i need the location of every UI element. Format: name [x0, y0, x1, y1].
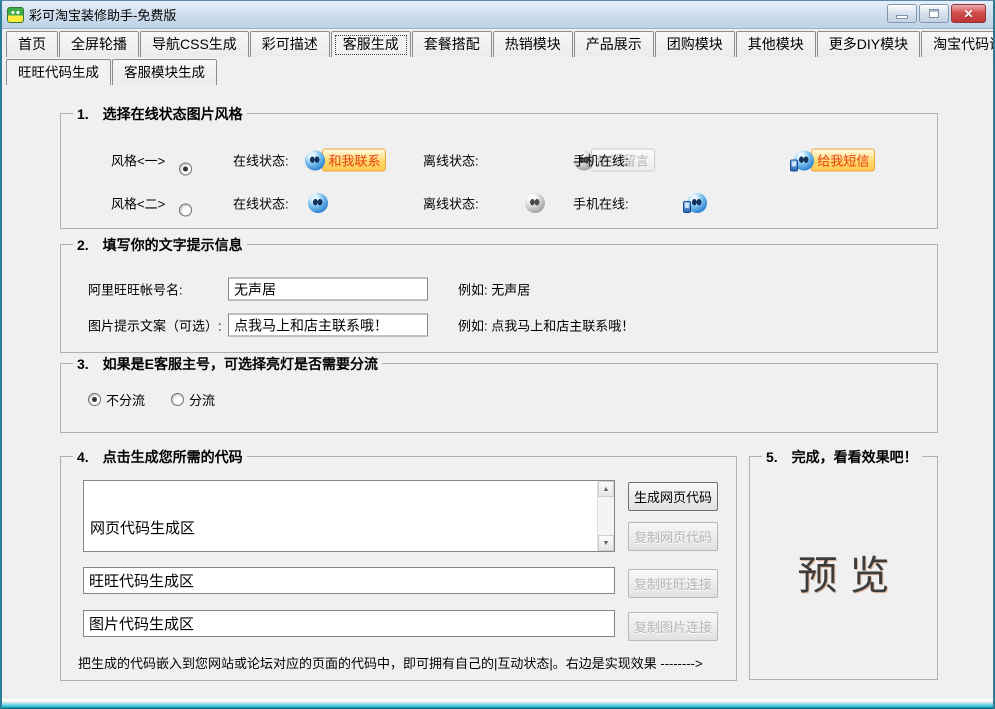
preview-placeholder-text: 预览 — [750, 543, 937, 601]
mobile-online-label-2: 手机在线: — [573, 194, 629, 213]
section-online-status-style: 1. 选择在线状态图片风格 风格<一> 在线状态: 和我联系 离线状态: 给我留… — [60, 113, 938, 229]
online-status-preview-2 — [308, 193, 328, 213]
copy-image-link-button[interactable]: 复制图片连接 — [628, 612, 718, 641]
mobile-badge: 给我短信 — [811, 149, 875, 172]
style-two-label: 风格<二> — [111, 194, 165, 213]
style-one-radio[interactable] — [179, 162, 192, 175]
mobile-online-preview-2 — [687, 193, 707, 213]
maximize-icon — [929, 9, 939, 18]
offline-status-label: 离线状态: — [423, 151, 479, 170]
phone-icon-2 — [683, 201, 691, 213]
main-tab-bar: 首页 全屏轮播 导航CSS生成 彩可描述 客服生成 套餐搭配 热销模块 产品展示… — [2, 29, 993, 57]
no-split-label: 不分流 — [106, 390, 145, 409]
section-text-info: 2. 填写你的文字提示信息 阿里旺旺帐号名: 例如: 无声居 图片提示文案（可选… — [60, 244, 938, 353]
minimize-button[interactable] — [887, 4, 917, 23]
app-window: 彩可淘宝装修助手-免费版 ✕ 首页 全屏轮播 导航CSS生成 彩可描述 客服生成… — [0, 0, 995, 709]
tab-product-display[interactable]: 产品展示 — [574, 31, 654, 57]
split-options-row: 不分流 分流 — [88, 390, 215, 409]
titlebar: 彩可淘宝装修助手-免费版 ✕ — [2, 1, 993, 29]
close-icon: ✕ — [963, 8, 973, 20]
no-split-radio[interactable] — [88, 393, 101, 406]
tip-text-row: 图片提示文案（可选）: 例如: 点我马上和店主联系哦！ — [61, 312, 937, 338]
no-split-option[interactable]: 不分流 — [88, 390, 145, 409]
offline-status-preview-2 — [525, 193, 545, 213]
maximize-button[interactable] — [919, 4, 949, 23]
account-input[interactable] — [228, 278, 428, 301]
split-label: 分流 — [189, 390, 215, 409]
mobile-online-label: 手机在线: — [573, 151, 629, 170]
tab-wangwang-code-generate[interactable]: 旺旺代码生成 — [6, 59, 111, 85]
tab-hot-sale-module[interactable]: 热销模块 — [493, 31, 573, 57]
section2-title: 2. 填写你的文字提示信息 — [73, 235, 247, 255]
style-one-label: 风格<一> — [111, 151, 165, 170]
tab-more-diy-modules[interactable]: 更多DIY模块 — [817, 31, 920, 57]
tab-home[interactable]: 首页 — [6, 31, 58, 57]
tab-fullscreen-carousel[interactable]: 全屏轮播 — [59, 31, 139, 57]
section-code-generate: 4. 点击生成您所需的代码 网页代码生成区 ▲ ▼ 生成网页代码 复制网页代码 … — [60, 456, 737, 681]
tab-other-modules[interactable]: 其他模块 — [736, 31, 816, 57]
account-label: 阿里旺旺帐号名: — [88, 280, 183, 299]
window-controls: ✕ — [887, 4, 986, 23]
scroll-up-icon[interactable]: ▲ — [598, 481, 614, 497]
copy-wangwang-link-button[interactable]: 复制旺旺连接 — [628, 569, 718, 598]
section3-title: 3. 如果是E客服主号，可选择亮灯是否需要分流 — [73, 354, 382, 374]
phone-icon — [790, 160, 798, 172]
scroll-down-icon[interactable]: ▼ — [598, 535, 614, 551]
section5-title: 5. 完成，看看效果吧！ — [762, 447, 922, 467]
minimize-icon — [896, 15, 908, 19]
section-split-flow: 3. 如果是E客服主号，可选择亮灯是否需要分流 不分流 分流 — [60, 363, 938, 433]
web-code-area-text: 网页代码生成区 — [90, 517, 195, 538]
section4-title: 4. 点击生成您所需的代码 — [73, 447, 247, 467]
web-code-textarea[interactable]: 网页代码生成区 ▲ ▼ — [83, 480, 615, 552]
copy-web-code-button[interactable]: 复制网页代码 — [628, 522, 718, 551]
tab-taobao-code-debug[interactable]: 淘宝代码调试 — [921, 31, 995, 57]
offline-status-label-2: 离线状态: — [423, 194, 479, 213]
split-radio[interactable] — [171, 393, 184, 406]
window-title: 彩可淘宝装修助手-免费版 — [29, 5, 176, 24]
online-status-preview: 和我联系 — [305, 149, 386, 172]
tab-package-match[interactable]: 套餐搭配 — [412, 31, 492, 57]
tip-label: 图片提示文案（可选）: — [88, 316, 222, 335]
close-button[interactable]: ✕ — [951, 4, 986, 23]
wangwang-online-face-icon-2 — [308, 193, 328, 213]
online-status-label: 在线状态: — [233, 151, 289, 170]
account-example: 例如: 无声居 — [458, 280, 530, 299]
sub-tab-bar: 旺旺代码生成 客服模块生成 — [2, 57, 993, 85]
embed-instructions-note: 把生成的代码嵌入到您网站或论坛对应的页面的代码中，即可拥有自己的|互动状态|。右… — [78, 653, 703, 672]
tab-group-buy-module[interactable]: 团购模块 — [655, 31, 735, 57]
section-preview: 5. 完成，看看效果吧！ 预览 — [749, 456, 938, 680]
tab-service-module-generate[interactable]: 客服模块生成 — [112, 59, 217, 85]
web-code-scrollbar[interactable]: ▲ ▼ — [597, 481, 614, 551]
tab-customer-service-generate[interactable]: 客服生成 — [331, 31, 411, 57]
generate-web-code-button[interactable]: 生成网页代码 — [628, 482, 718, 511]
wangwang-code-input[interactable] — [83, 567, 615, 594]
split-option[interactable]: 分流 — [171, 390, 215, 409]
section1-title: 1. 选择在线状态图片风格 — [73, 104, 247, 124]
image-code-input[interactable] — [83, 610, 615, 637]
tab-nav-css-generate[interactable]: 导航CSS生成 — [140, 31, 249, 57]
tab-caike-description[interactable]: 彩可描述 — [250, 31, 330, 57]
style-one-row: 风格<一> 在线状态: 和我联系 离线状态: 给我留言 手机在线: 给我短信 — [61, 147, 937, 173]
wangwang-online-face-icon — [305, 150, 325, 170]
online-status-label-2: 在线状态: — [233, 194, 289, 213]
online-badge: 和我联系 — [322, 149, 386, 172]
tip-input[interactable] — [228, 314, 428, 337]
tip-example: 例如: 点我马上和店主联系哦！ — [458, 316, 634, 335]
account-row: 阿里旺旺帐号名: 例如: 无声居 — [61, 276, 937, 302]
window-bottom-border — [2, 699, 993, 709]
style-two-radio[interactable] — [179, 204, 192, 217]
mobile-online-preview: 给我短信 — [794, 149, 875, 172]
wangwang-offline-face-icon-2 — [525, 193, 545, 213]
style-two-row: 风格<二> 在线状态: 离线状态: 手机在线: — [61, 190, 937, 216]
app-icon — [7, 7, 24, 23]
